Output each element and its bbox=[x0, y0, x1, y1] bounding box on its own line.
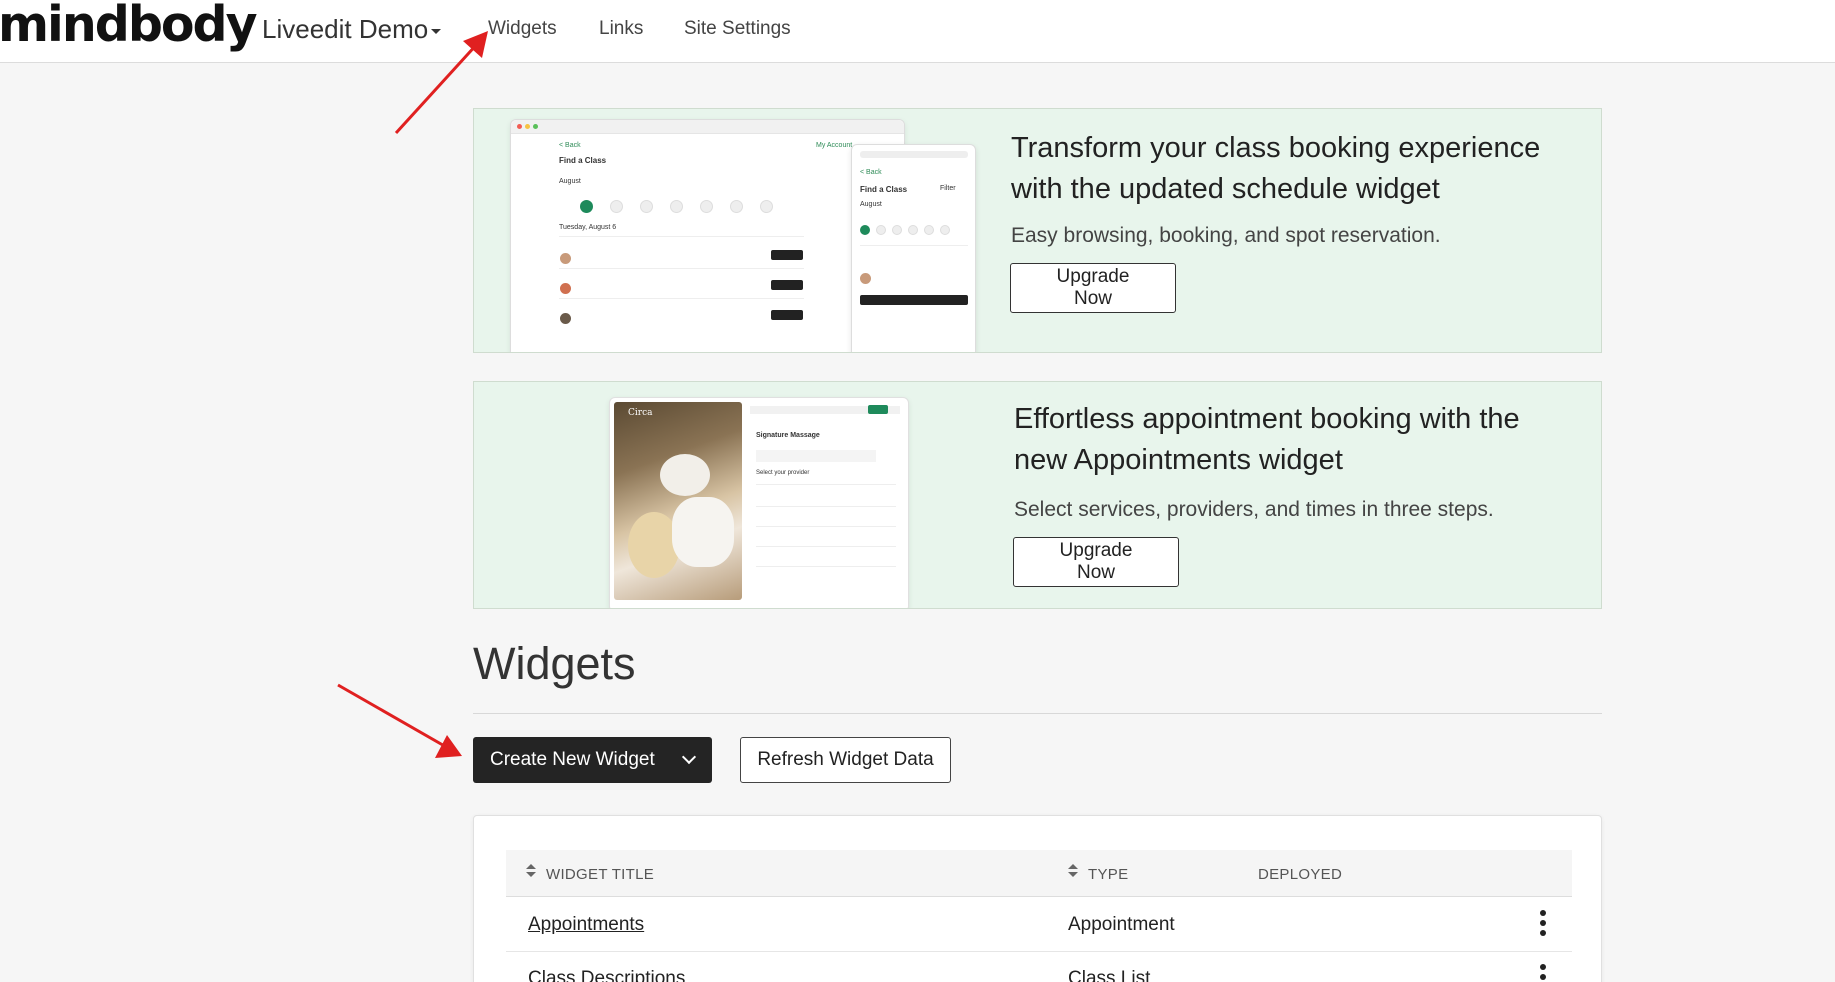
mobile-preview-heading: Find a Class bbox=[860, 185, 908, 194]
page-title: Widgets bbox=[473, 638, 636, 689]
promo-schedule-title-line2: with the updated schedule widget bbox=[1011, 173, 1440, 205]
caret-down-icon bbox=[431, 28, 442, 34]
sort-icon[interactable] bbox=[526, 863, 536, 879]
appointments-widget-preview: Circa Signature Massage Select your prov… bbox=[609, 397, 909, 608]
promo-schedule-widget: < Back My Account Find a Class August Tu… bbox=[473, 108, 1602, 353]
preview-brand: Circa bbox=[628, 408, 653, 418]
arrow-to-create-button bbox=[337, 683, 462, 758]
promo-schedule-title-line1: Transform your class booking experience bbox=[1011, 132, 1541, 164]
mindbody-logo[interactable]: mindbody bbox=[0, 0, 258, 53]
spa-photo: Circa bbox=[614, 402, 742, 600]
refresh-widget-data-button[interactable]: Refresh Widget Data bbox=[740, 737, 951, 783]
nav-link-links[interactable]: Links bbox=[599, 18, 643, 40]
section-divider bbox=[473, 713, 1602, 714]
site-name-label: Liveedit Demo bbox=[262, 14, 429, 44]
preview-day-heading: Tuesday, August 6 bbox=[559, 224, 617, 231]
nav-link-widgets[interactable]: Widgets bbox=[488, 18, 557, 40]
preview-month: August bbox=[559, 178, 581, 185]
preview-service: Signature Massage bbox=[756, 432, 820, 439]
column-widget-title[interactable]: WIDGET TITLE bbox=[546, 866, 654, 883]
sort-icon[interactable] bbox=[1068, 863, 1078, 879]
promo-appointments-title: Effortless appointment booking with the … bbox=[1014, 399, 1520, 481]
preview-select-provider: Select your provider bbox=[756, 470, 810, 476]
widget-type: Class List bbox=[1068, 968, 1151, 982]
mobile-preview-back-link: < Back bbox=[860, 169, 882, 176]
table-row: Class Descriptions Class List bbox=[506, 952, 1572, 982]
more-options-icon[interactable] bbox=[1540, 910, 1546, 936]
promo-appointments-title-line1: Effortless appointment booking with the bbox=[1014, 403, 1520, 435]
upgrade-schedule-button[interactable]: Upgrade Now bbox=[1010, 263, 1176, 313]
column-deployed: DEPLOYED bbox=[1258, 866, 1343, 883]
promo-schedule-title: Transform your class booking experience … bbox=[1011, 128, 1540, 210]
preview-heading: Find a Class bbox=[559, 156, 607, 165]
nav-link-site-settings[interactable]: Site Settings bbox=[684, 18, 791, 40]
mobile-preview-month: August bbox=[860, 201, 882, 208]
widgets-table: WIDGET TITLE TYPE DEPLOYED Appointments … bbox=[473, 815, 1602, 982]
widget-title-link[interactable]: Appointments bbox=[528, 914, 644, 936]
chevron-down-icon bbox=[681, 749, 697, 765]
more-options-icon[interactable] bbox=[1540, 964, 1546, 982]
table-header: WIDGET TITLE TYPE DEPLOYED bbox=[506, 850, 1572, 897]
promo-appointments-title-line2: new Appointments widget bbox=[1014, 444, 1343, 476]
create-new-widget-label: Create New Widget bbox=[490, 749, 655, 770]
promo-appointments-widget: Circa Signature Massage Select your prov… bbox=[473, 381, 1602, 609]
upgrade-appointments-button[interactable]: Upgrade Now bbox=[1013, 537, 1179, 587]
mobile-preview-filter: Filter bbox=[940, 185, 956, 192]
widget-title-link[interactable]: Class Descriptions bbox=[528, 968, 685, 982]
schedule-widget-preview: < Back My Account Find a Class August Tu… bbox=[510, 119, 905, 352]
promo-schedule-subtitle: Easy browsing, booking, and spot reserva… bbox=[1011, 224, 1441, 247]
preview-account-link: My Account bbox=[816, 142, 853, 149]
promo-appointments-subtitle: Select services, providers, and times in… bbox=[1014, 498, 1494, 521]
schedule-widget-mobile-preview: < Back Find a Class Filter August bbox=[851, 144, 976, 352]
create-new-widget-button[interactable]: Create New Widget bbox=[473, 737, 712, 783]
widget-type: Appointment bbox=[1068, 914, 1175, 935]
top-nav: mindbody Liveedit Demo Widgets Links Sit… bbox=[0, 0, 1835, 63]
site-selector[interactable]: Liveedit Demo bbox=[262, 14, 442, 45]
table-row: Appointments Appointment bbox=[506, 898, 1572, 952]
preview-back-link: < Back bbox=[559, 142, 581, 149]
column-type[interactable]: TYPE bbox=[1088, 866, 1128, 883]
